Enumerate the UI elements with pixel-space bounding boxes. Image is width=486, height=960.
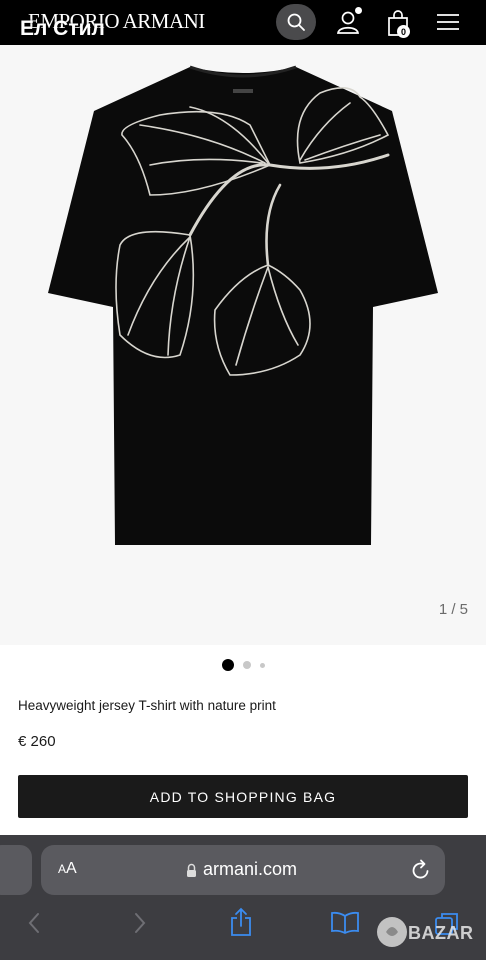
address-bar[interactable]: AA armani.com bbox=[41, 845, 445, 895]
search-button[interactable] bbox=[276, 4, 316, 40]
carousel-dot-active[interactable] bbox=[221, 659, 234, 671]
reload-icon[interactable] bbox=[411, 859, 431, 881]
previous-tab-preview[interactable] bbox=[0, 845, 32, 895]
bag-count-badge: 0 bbox=[397, 25, 410, 38]
product-page: EMPORIO ARMANI Ел Стил 0 1 / 5 Heavyweig… bbox=[0, 0, 486, 960]
text-size-button[interactable]: AA bbox=[58, 860, 77, 878]
menu-icon[interactable] bbox=[436, 12, 460, 32]
carousel-dots[interactable] bbox=[0, 659, 486, 671]
carousel-dot[interactable] bbox=[242, 661, 251, 669]
search-icon bbox=[287, 13, 305, 31]
bookmarks-icon[interactable] bbox=[330, 911, 360, 935]
site-header: EMPORIO ARMANI Ел Стил 0 bbox=[0, 0, 486, 45]
image-counter: 1 / 5 bbox=[438, 601, 468, 618]
share-icon[interactable] bbox=[229, 907, 253, 937]
add-to-bag-button[interactable]: ADD TO SHOPPING BAG bbox=[18, 775, 468, 818]
watermark-text: Ел Стил bbox=[20, 17, 105, 40]
lock-icon bbox=[187, 863, 196, 877]
forward-icon[interactable] bbox=[132, 911, 148, 935]
product-image-gallery[interactable]: 1 / 5 bbox=[0, 45, 486, 645]
product-image bbox=[48, 65, 438, 545]
url-domain: armani.com bbox=[203, 859, 298, 879]
bazar-watermark-text: BAZAR bbox=[408, 923, 474, 943]
product-price: € 260 bbox=[18, 733, 56, 750]
carousel-dot[interactable] bbox=[259, 662, 265, 668]
account-notification-dot bbox=[355, 7, 362, 14]
back-icon[interactable] bbox=[26, 911, 42, 935]
browser-toolbar: AA armani.com BAZAR bbox=[0, 835, 486, 960]
product-title: Heavyweight jersey T-shirt with nature p… bbox=[18, 698, 276, 713]
